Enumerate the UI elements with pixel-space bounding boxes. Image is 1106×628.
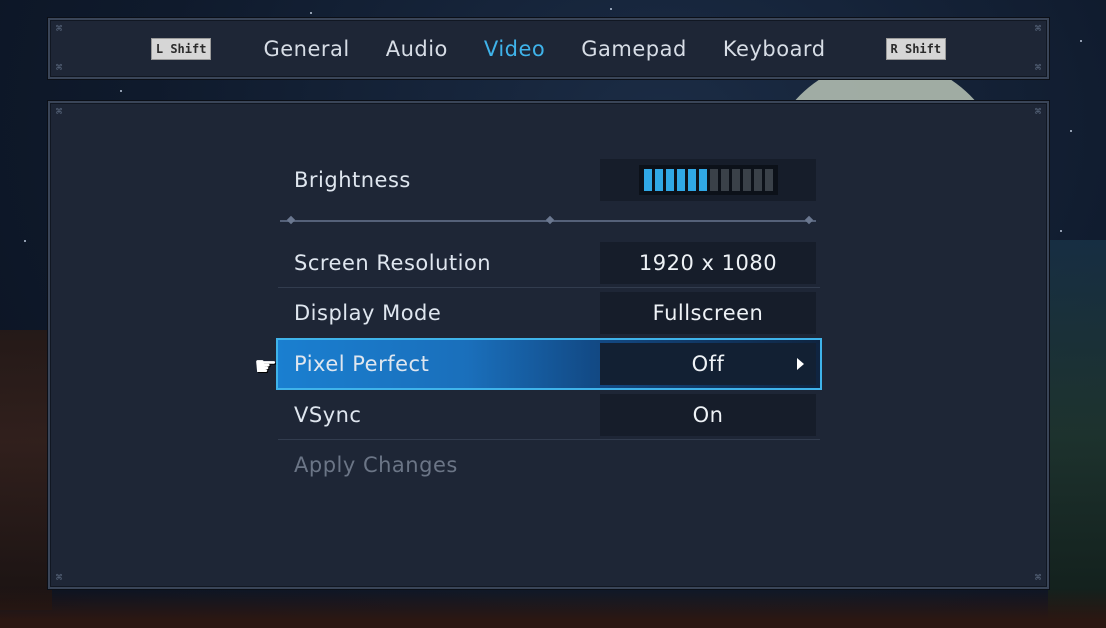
brightness-segment (720, 169, 729, 191)
brightness-segment (731, 169, 740, 191)
ornament-icon: ⌘ (1034, 571, 1042, 584)
brightness-segment (753, 169, 762, 191)
ornament-icon: ⌘ (55, 105, 63, 118)
star (1060, 230, 1062, 232)
tab-general[interactable]: General (263, 37, 349, 61)
tab-keyboard[interactable]: Keyboard (723, 37, 826, 61)
brightness-segment (742, 169, 751, 191)
ground (0, 588, 1106, 628)
screen-resolution-value[interactable]: 1920 x 1080 (600, 242, 816, 284)
brightness-segment (665, 169, 674, 191)
row-divider (278, 287, 820, 288)
pointing-hand-icon: ☛ (254, 352, 278, 382)
tab-gamepad[interactable]: Gamepad (581, 37, 687, 61)
rshift-key-badge[interactable]: R Shift (885, 37, 947, 60)
divider-ornament (286, 215, 296, 225)
tab-audio[interactable]: Audio (386, 37, 448, 61)
brightness-segment (643, 169, 652, 191)
tab-bar: ⌘ ⌘ ⌘ ⌘ L Shift General Audio Video Game… (48, 18, 1049, 79)
star (610, 8, 612, 10)
tab-video[interactable]: Video (484, 37, 545, 61)
brightness-segment (676, 169, 685, 191)
lshift-key-badge[interactable]: L Shift (150, 37, 212, 60)
star (1070, 130, 1072, 132)
display-mode-row[interactable]: Display Mode Fullscreen (278, 289, 820, 337)
arrow-right-icon[interactable] (797, 358, 804, 370)
ornament-icon: ⌘ (1034, 105, 1042, 118)
pixel-perfect-row[interactable]: Pixel Perfect Off (276, 338, 822, 390)
tabs: L Shift General Audio Video Gamepad Keyb… (50, 20, 1047, 77)
display-mode-value[interactable]: Fullscreen (600, 292, 816, 334)
brightness-meter (638, 165, 778, 195)
brightness-row[interactable]: Brightness (278, 156, 820, 204)
pixel-perfect-label: Pixel Perfect (294, 352, 430, 376)
brightness-slider[interactable] (600, 159, 816, 201)
star (1080, 40, 1082, 42)
video-settings-panel: ⌘ ⌘ ⌘ ⌘ Brightness Screen Resolution 192… (48, 101, 1049, 589)
brightness-segment (698, 169, 707, 191)
vsync-row[interactable]: VSync On (278, 391, 820, 439)
foliage-right (1048, 240, 1106, 620)
brightness-segment (687, 169, 696, 191)
brightness-segment (709, 169, 718, 191)
vsync-label: VSync (294, 403, 362, 427)
divider-ornament (545, 215, 555, 225)
brightness-segment (764, 169, 773, 191)
screen-resolution-label: Screen Resolution (294, 251, 492, 275)
apply-changes-row[interactable]: Apply Changes (278, 441, 820, 489)
vsync-value[interactable]: On (600, 394, 816, 436)
row-divider (278, 439, 820, 440)
foliage-left (0, 330, 52, 610)
ornament-icon: ⌘ (55, 571, 63, 584)
display-mode-label: Display Mode (294, 301, 442, 325)
pixel-perfect-value[interactable]: Off (600, 343, 816, 385)
screen-resolution-row[interactable]: Screen Resolution 1920 x 1080 (278, 239, 820, 287)
pixel-perfect-value-text: Off (691, 352, 725, 376)
star (120, 90, 122, 92)
brightness-label: Brightness (294, 168, 411, 192)
apply-changes-button[interactable]: Apply Changes (294, 453, 458, 477)
star (310, 12, 312, 14)
star (24, 240, 26, 242)
brightness-segment (654, 169, 663, 191)
divider-ornament (804, 215, 814, 225)
